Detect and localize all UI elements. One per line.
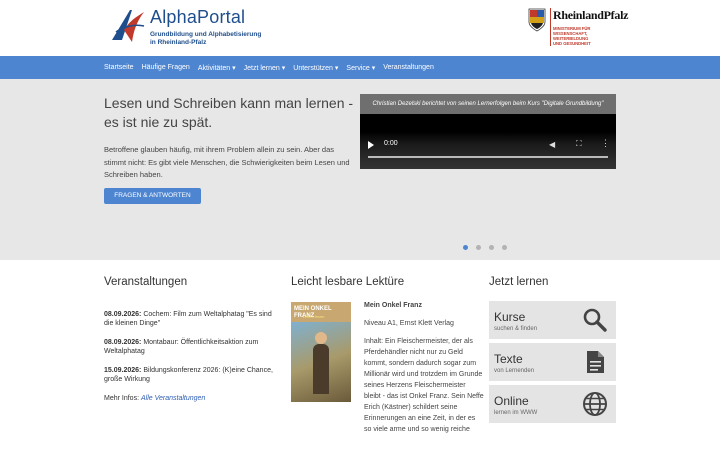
learn-card-subtitle: suchen & finden [494,326,538,332]
book-title[interactable]: Mein Onkel Franz [364,300,484,311]
reading-heading: Leicht lesbare Lektüre [291,276,405,288]
event-item[interactable]: 08.09.2026: Montabaur: Öffentlichkeitsak… [104,338,274,356]
learn-card-kurse[interactable]: Kurse suchen & finden [489,301,616,339]
learn-card-online[interactable]: Online lernen im WWW [489,385,616,423]
all-events-link[interactable]: Alle Veranstaltungen [141,395,205,402]
logo-subtitle: Grundbildung und Alphabetisierung in Rhe… [150,31,261,47]
event-date: 08.09.2026: [104,311,142,318]
slider-dot-2[interactable] [476,245,481,250]
book-cover-figure [313,344,329,394]
learn-card-title: Kurse [494,310,526,324]
hero-slider: Lesen und Schreiben kann man lernen - es… [0,79,720,260]
book-info: Mein Onkel Franz Niveau A1, Ernst Klett … [364,300,484,435]
logo-title[interactable]: AlphaPortal [150,7,245,28]
learn-card-texte[interactable]: Texte von Lernenden [489,343,616,381]
book-cover-figure-head [315,332,327,344]
book-cover-image[interactable]: MEIN ONKEL FRANZ Leicht lesen [291,302,351,402]
book-level: Niveau A1, Ernst Klett Verlag [364,320,454,327]
rlp-crest-icon [528,8,546,32]
nav-item-aktivitaeten[interactable]: Aktivitäten ▾ [198,64,236,72]
learn-card-title: Online [494,394,529,408]
video-caption: Christian Dezelski berichtet von seinen … [360,94,616,114]
site-header: AlphaPortal Grundbildung und Alphabetisi… [0,0,720,56]
hero-title: Lesen und Schreiben kann man lernen - es… [104,95,354,130]
ministry-subtitle: MINISTERIUM FÜR WISSENSCHAFT, WEITERBILD… [553,26,623,46]
learn-card-subtitle: lernen im WWW [494,410,538,416]
event-date: 08.09.2026: [104,339,142,346]
nav-item-haeufige-fragen[interactable]: Häufige Fragen [142,64,190,71]
fullscreen-icon[interactable]: ⛶ [576,139,582,149]
book-cover-subtitle: Leicht lesen [303,314,325,319]
book-description: Inhalt: Ein Fleischermeister, der als Pf… [364,338,484,433]
events-heading: Veranstaltungen [104,276,188,288]
hero-text: Betroffene glauben häufig, mit ihrem Pro… [104,145,350,179]
slider-dot-3[interactable] [489,245,494,250]
alphaportal-logo-icon[interactable] [110,6,146,44]
ministry-separator [550,8,551,46]
ministry-title[interactable]: RheinlandPfalz [553,8,628,23]
learn-heading: Jetzt lernen [489,276,549,288]
events-list: 08.09.2026: Cochem: Film zum Weltalphata… [104,310,274,403]
faq-button[interactable]: FRAGEN & ANTWORTEN [104,188,201,204]
nav-items: Startseite Häufige Fragen Aktivitäten ▾ … [104,56,442,79]
more-info: Mehr Infos: Alle Veranstaltungen [104,394,274,403]
video-player[interactable]: 0:00 ◀ ⛶ ⋮ [360,114,616,169]
video-progress-bar[interactable] [368,156,608,158]
event-item[interactable]: 08.09.2026: Cochem: Film zum Weltalphata… [104,310,274,328]
play-icon[interactable] [368,141,374,149]
search-icon [583,308,607,332]
ministry-subtitle-line3: UND GESUNDHEIT [553,41,591,46]
ministry-subtitle-line2: WISSENSCHAFT, WEITERBILDUNG [553,31,589,41]
slider-dot-1[interactable] [463,245,468,250]
more-options-icon[interactable]: ⋮ [601,138,610,149]
volume-icon[interactable]: ◀ [549,140,555,149]
nav-item-service[interactable]: Service ▾ [346,64,375,72]
event-date: 15.09.2026: [104,367,142,374]
event-item[interactable]: 15.09.2026: Bildungskonferenz 2026: (K)e… [104,366,274,384]
nav-item-jetzt-lernen[interactable]: Jetzt lernen ▾ [244,64,286,72]
slider-dot-4[interactable] [502,245,507,250]
learn-card-title: Texte [494,352,523,366]
nav-item-unterstuetzen[interactable]: Unterstützen ▾ [293,64,338,72]
globe-icon [583,392,607,416]
logo-subtitle-line2: in Rheinland-Pfalz [150,39,207,46]
nav-item-startseite[interactable]: Startseite [104,64,134,71]
logo-subtitle-line1: Grundbildung und Alphabetisierung [150,31,262,38]
video-time: 0:00 [384,140,398,147]
learn-card-subtitle: von Lernenden [494,368,535,374]
document-icon [587,351,604,373]
nav-item-veranstaltungen[interactable]: Veranstaltungen [383,64,434,71]
more-info-label: Mehr Infos: [104,395,141,402]
main-navigation: Startseite Häufige Fragen Aktivitäten ▾ … [0,56,720,79]
slider-dots [463,245,515,250]
